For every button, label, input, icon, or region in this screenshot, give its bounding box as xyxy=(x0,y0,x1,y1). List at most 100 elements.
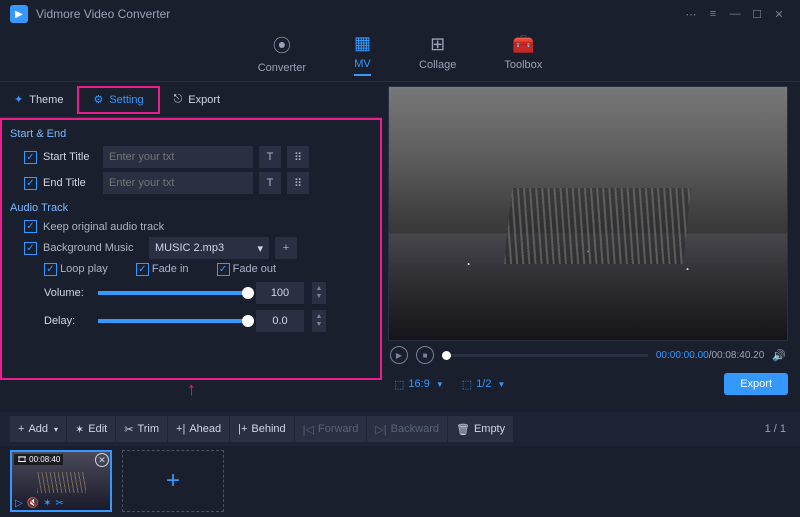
clip-thumbnail[interactable]: 🎞00:08:40 ✕ ▷ 🔇 ✶ ✂ xyxy=(10,450,112,512)
add-button[interactable]: +Add▾ xyxy=(10,416,66,442)
scale-value: 1/2 xyxy=(476,378,491,390)
fade-in-checkbox[interactable]: ✓ xyxy=(136,263,149,276)
tab-converter[interactable]: ⦿Converter xyxy=(258,32,306,78)
volume-slider[interactable] xyxy=(98,291,248,295)
volume-value: 100 xyxy=(256,282,304,304)
chevron-down-icon: ▼ xyxy=(436,380,444,389)
subtab-label: Theme xyxy=(29,94,63,106)
main-area: ✦Theme ⚙Setting ⎋Export Start & End ✓ St… xyxy=(0,82,800,412)
subtab-setting[interactable]: ⚙ Setting xyxy=(77,86,159,114)
tab-mv[interactable]: ▦ MV xyxy=(354,33,371,76)
subtab-label: Setting xyxy=(109,94,143,106)
music-select[interactable]: MUSIC 2.mp3▾ xyxy=(149,237,269,259)
chat-icon[interactable]: ⋯ xyxy=(680,3,702,25)
duration: 00:08:40.20 xyxy=(711,350,764,361)
annotation-arrow: ↑ xyxy=(187,379,196,400)
start-title-checkbox[interactable]: ✓ xyxy=(24,151,37,164)
subtab-label: Export xyxy=(188,94,220,106)
menu-icon[interactable]: ≡ xyxy=(702,3,724,25)
play-button[interactable]: ▶ xyxy=(390,346,408,364)
scale-icon: ⬚ xyxy=(462,378,472,391)
delay-value: 0.0 xyxy=(256,310,304,332)
delay-label: Delay: xyxy=(44,315,90,327)
mv-icon: ▦ xyxy=(354,33,371,54)
tab-label: Toolbox xyxy=(504,59,542,71)
text-style-button[interactable]: T xyxy=(259,172,281,194)
duration-text: 00:08:40 xyxy=(29,455,60,464)
tab-label: Collage xyxy=(419,59,456,71)
fade-out-label: Fade out xyxy=(233,263,276,275)
aspect-icon: ⬚ xyxy=(394,378,404,391)
btn-label: Trim xyxy=(137,423,159,435)
btn-label: Edit xyxy=(88,423,107,435)
section-audio-track: Audio Track xyxy=(10,202,372,214)
bottom-toolbar: +Add▾ ✶ Edit ✂Trim +|Ahead |+Behind |◁For… xyxy=(0,412,800,446)
backward-icon: ▷| xyxy=(375,423,386,436)
forward-button[interactable]: |◁Forward xyxy=(295,416,367,442)
chevron-down-icon: ▾ xyxy=(257,242,263,255)
play-icon[interactable]: ▷ xyxy=(15,498,23,509)
chevron-down-icon: ▾ xyxy=(54,425,58,434)
volume-stepper[interactable]: ▲▼ xyxy=(312,282,326,304)
bg-music-checkbox[interactable]: ✓ xyxy=(24,242,37,255)
loop-play-checkbox[interactable]: ✓ xyxy=(44,263,57,276)
grid-button[interactable]: ⠿ xyxy=(287,172,309,194)
backward-button[interactable]: ▷|Backward xyxy=(367,416,447,442)
close-icon[interactable]: ✕ xyxy=(768,3,790,25)
export-icon: ⎋ xyxy=(174,93,183,106)
options-bar: ⬚ 16:9 ▼ ⬚ 1/2 ▼ Export xyxy=(388,369,788,399)
trim-icon[interactable]: ✂ xyxy=(56,498,64,509)
gear-icon: ⚙ xyxy=(93,93,103,106)
titlebar: ▶ Vidmore Video Converter ⋯ ≡ — ☐ ✕ xyxy=(0,0,800,28)
delay-stepper[interactable]: ▲▼ xyxy=(312,310,326,332)
delay-slider[interactable] xyxy=(98,319,248,323)
btn-label: Behind xyxy=(251,423,285,435)
subtabs: ✦ Theme ⚙ Setting ⎋ Export xyxy=(0,82,382,118)
right-panel: ▶ ■ 00:00:00.00/00:08:40.20 🔊 ⬚16:9▼ ⬚1/… xyxy=(382,82,800,412)
theme-icon: ✦ xyxy=(14,93,23,106)
page-indicator: 1 / 1 xyxy=(765,423,790,435)
trash-icon: 🗑 xyxy=(456,423,470,436)
ahead-button[interactable]: +|Ahead xyxy=(168,416,229,442)
export-button[interactable]: Export xyxy=(724,373,788,395)
minimize-icon[interactable]: — xyxy=(724,3,746,25)
subtab-theme[interactable]: ✦ Theme xyxy=(0,86,77,114)
tab-collage[interactable]: ⊞ Collage xyxy=(419,34,456,75)
empty-button[interactable]: 🗑Empty xyxy=(448,416,513,442)
video-preview[interactable] xyxy=(388,86,788,341)
grid-button[interactable]: ⠿ xyxy=(287,146,309,168)
subtab-export[interactable]: ⎋ Export xyxy=(160,86,235,114)
volume-icon[interactable]: 🔊 xyxy=(772,349,786,362)
trim-button[interactable]: ✂Trim xyxy=(116,416,167,442)
stop-button[interactable]: ■ xyxy=(416,346,434,364)
edit-button[interactable]: ✶ Edit xyxy=(67,416,115,442)
aspect-ratio-select[interactable]: ⬚ 16:9 ▼ xyxy=(388,378,450,391)
effect-icon[interactable]: ✶ xyxy=(43,498,51,509)
start-title-input[interactable] xyxy=(103,146,253,168)
forward-icon: |◁ xyxy=(303,423,314,436)
end-title-checkbox[interactable]: ✓ xyxy=(24,177,37,190)
clip-strip: 🎞00:08:40 ✕ ▷ 🔇 ✶ ✂ + xyxy=(0,446,800,516)
maximize-icon[interactable]: ☐ xyxy=(746,3,768,25)
plus-icon: + xyxy=(18,423,24,435)
progress-bar[interactable] xyxy=(442,354,648,357)
mute-icon[interactable]: 🔇 xyxy=(27,498,39,509)
fade-in-label: Fade in xyxy=(152,263,189,275)
app-logo: ▶ xyxy=(10,5,28,23)
tab-label: MV xyxy=(354,58,371,70)
add-clip-button[interactable]: + xyxy=(122,450,224,512)
wand-icon: ✶ xyxy=(75,423,84,436)
fade-out-checkbox[interactable]: ✓ xyxy=(217,263,230,276)
keep-audio-checkbox[interactable]: ✓ xyxy=(24,220,37,233)
loop-play-label: Loop play xyxy=(60,263,108,275)
text-style-button[interactable]: T xyxy=(259,146,281,168)
scale-select[interactable]: ⬚1/2▼ xyxy=(456,378,512,391)
behind-button[interactable]: |+Behind xyxy=(230,416,294,442)
tab-toolbox[interactable]: 🧰Toolbox xyxy=(504,34,542,75)
collage-icon: ⊞ xyxy=(430,34,445,55)
add-music-button[interactable]: + xyxy=(275,237,297,259)
remove-clip-button[interactable]: ✕ xyxy=(95,453,109,467)
current-time: 00:00:00.00 xyxy=(656,350,709,361)
end-title-input[interactable] xyxy=(103,172,253,194)
aspect-value: 16:9 xyxy=(408,378,429,390)
